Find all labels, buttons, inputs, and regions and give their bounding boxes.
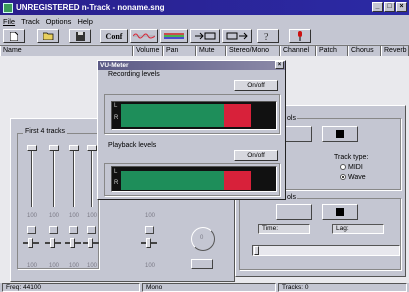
first-tracks-group [17,133,99,269]
mute-toggle-1[interactable] [27,226,36,234]
wave-radio-icon [340,174,346,181]
fader-value-4: 100 [87,213,98,219]
mixer-small-button[interactable] [191,259,213,269]
pan-slider-1[interactable] [28,238,33,248]
playback-levels-label: Playback levels [108,142,157,149]
pan-slider-2[interactable] [50,238,55,248]
new-file-icon[interactable] [3,29,25,43]
pan-slider-4[interactable] [88,238,93,248]
position-slider-thumb[interactable] [254,246,259,255]
record-stop-button[interactable] [322,126,358,142]
track-type-label: Track type: [334,154,369,161]
status-mode: Mono [142,283,276,292]
volume-fader-4[interactable] [87,145,97,151]
title-bar: UNREGISTERED n-Track - noname.sng _ □ × [0,0,409,15]
playback-stop-button[interactable] [322,204,358,220]
fifth-pan-value: 100 [145,263,156,269]
recording-levels-label: Recording levels [108,71,160,78]
fader-value-3: 100 [69,213,80,219]
playback-small-button[interactable] [276,204,312,220]
recording-meter: L R [111,101,277,130]
track-column-header: Name Volume Pan Mute Stereo/Mono Channel… [0,45,409,57]
fader-value-2: 100 [49,213,60,219]
save-disk-icon[interactable] [69,29,91,43]
time-field[interactable]: Time: [258,224,310,234]
fifth-pan-slider[interactable] [146,238,151,248]
record-mic-icon[interactable] [289,29,311,43]
vu-close-icon[interactable]: × [275,61,284,69]
help-icon[interactable]: ? [257,29,279,43]
menu-help[interactable]: Help [77,17,92,26]
playback-onoff-button[interactable]: On/off [234,150,278,161]
toolbar: Conf ? [0,27,409,44]
record-controls-label: ols [286,115,297,122]
stop-icon [336,130,344,138]
mute-toggle-2[interactable] [49,226,58,234]
recording-level-green [121,104,224,127]
import-arrow-icon[interactable] [222,29,252,43]
app-icon [3,2,13,13]
pan-value-3: 100 [69,263,80,269]
recording-left-label: L [114,103,118,109]
close-icon[interactable]: × [396,2,407,12]
position-slider[interactable] [252,245,400,256]
menu-track[interactable]: Track [21,17,39,26]
menu-file[interactable]: File [3,17,15,26]
volume-fader-3[interactable] [69,145,79,151]
pan-slider-3[interactable] [70,238,75,248]
fifth-mute-toggle[interactable] [145,226,154,234]
conf-button[interactable]: Conf [100,29,128,43]
playback-level-red [224,171,251,190]
status-tracks: Tracks: 0 [278,283,407,292]
lag-field[interactable]: Lag: [332,224,384,234]
fifth-fader-value: 100 [145,213,156,219]
window-title: UNREGISTERED n-Track - noname.sng [16,3,165,12]
status-bar: Freq: 44100 Mono Tracks: 0 [0,283,409,292]
playback-meter: L R [111,166,277,192]
playback-level-green [121,171,224,190]
track-type-wave[interactable]: Wave [340,174,366,181]
recording-level-red [224,104,251,127]
pan-value-1: 100 [27,263,38,269]
knob-value: 0 [200,235,204,241]
recording-right-label: R [114,115,119,121]
maximize-icon[interactable]: □ [384,2,395,12]
open-folder-icon[interactable] [37,29,59,43]
menu-options[interactable]: Options [46,17,72,26]
svg-text:?: ? [264,32,269,41]
midi-radio-icon [340,164,346,171]
first-tracks-label: First 4 tracks [23,128,68,135]
fader-value-1: 100 [27,213,38,219]
playback-right-label: R [114,180,119,186]
track-type-midi[interactable]: MIDI [340,164,363,171]
vu-meter-titlebar: VU-Meter [98,61,285,70]
status-freq: Freq: 44100 [2,283,140,292]
mute-toggle-4[interactable] [87,226,96,234]
minimize-icon[interactable]: _ [372,2,383,12]
playback-left-label: L [114,169,118,175]
pan-value-2: 100 [49,263,60,269]
recording-onoff-button[interactable]: On/off [234,80,278,91]
menu-bar: File Track Options Help [0,15,409,27]
tracks-icon[interactable] [160,29,188,43]
waveform-icon[interactable] [130,29,158,43]
volume-fader-2[interactable] [49,145,59,151]
pan-value-4: 100 [87,263,98,269]
stop-icon [336,208,344,216]
playback-controls-label: ols [286,194,297,201]
export-arrow-icon[interactable] [190,29,220,43]
volume-fader-1[interactable] [27,145,37,151]
mute-toggle-3[interactable] [69,226,78,234]
vu-meter-window: VU-Meter × Recording levels On/off L R P… [97,60,286,200]
